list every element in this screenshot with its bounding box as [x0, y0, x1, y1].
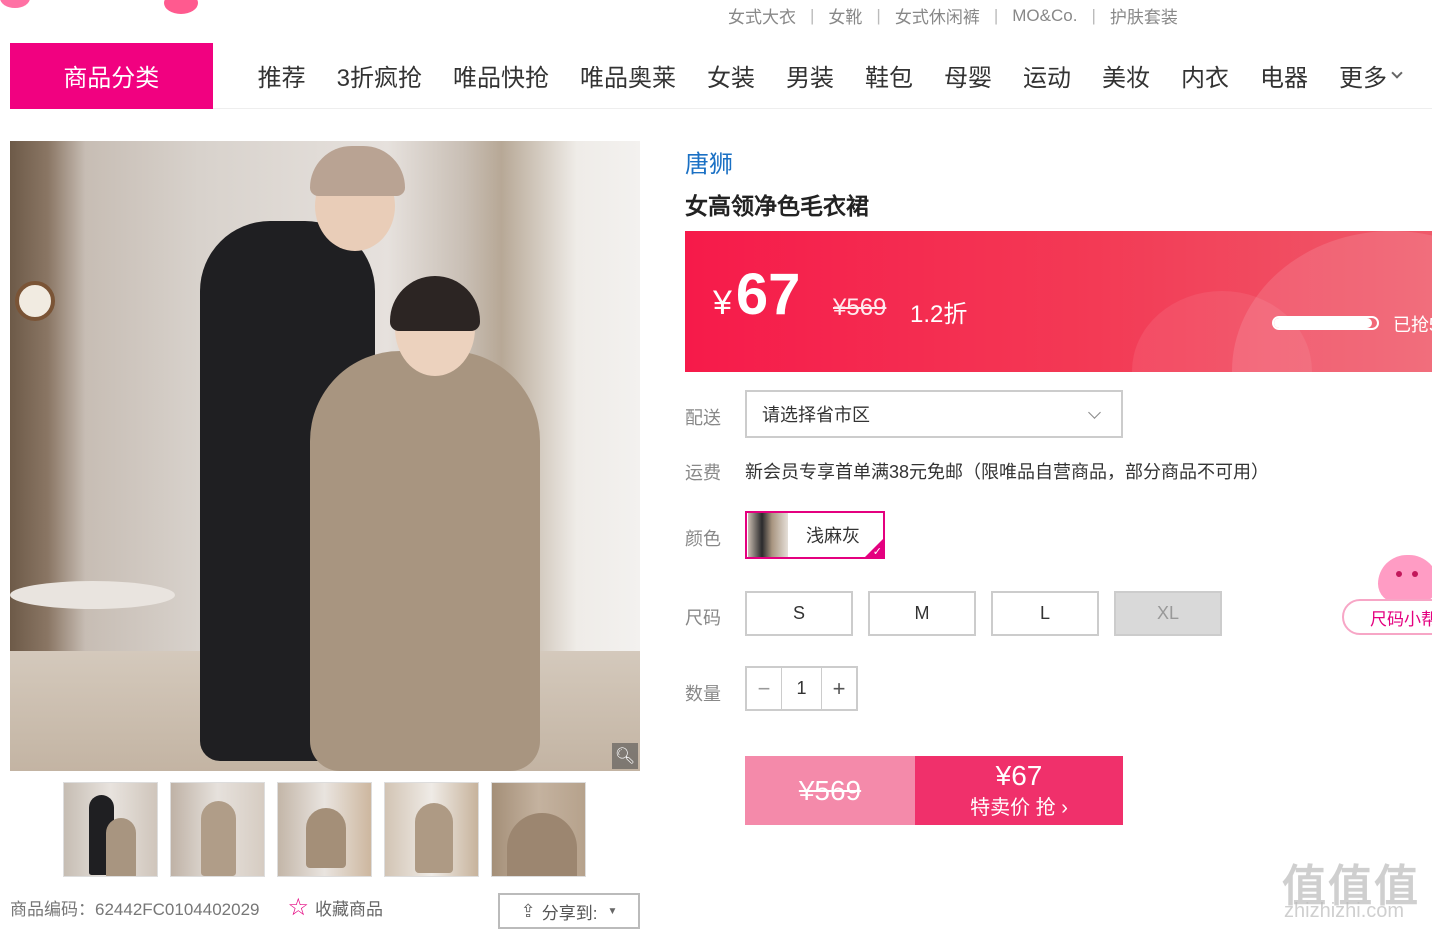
divider: |	[993, 5, 999, 25]
buy-button[interactable]: ¥569 ¥67 特卖价 抢 ›	[745, 756, 1123, 825]
nav-item-more[interactable]: 更多	[1339, 58, 1403, 93]
nav-more-label: 更多	[1339, 65, 1387, 92]
progress-fill	[1274, 318, 1372, 328]
nav-item-baby[interactable]: 母婴	[944, 58, 992, 93]
size-options: S M L XL	[745, 591, 1237, 636]
hot-keywords: 女式大衣 | 女靴 | 女式休闲裤 | MO&Co. | 护肤套装	[728, 3, 1178, 28]
size-option-s[interactable]: S	[745, 591, 853, 636]
color-option-selected[interactable]: 浅麻灰 ✓	[745, 511, 885, 559]
nav-item-shoes-bags[interactable]: 鞋包	[865, 58, 913, 93]
chevron-down-icon	[1391, 66, 1403, 79]
nav-item-outlet[interactable]: 唯品奥莱	[580, 58, 676, 93]
price-value: 67	[735, 262, 801, 327]
nav-items: 推荐 3折疯抢 唯品快抢 唯品奥莱 女装 男装 鞋包 母婴 运动 美妆 内衣 电…	[258, 58, 1432, 93]
quantity-input[interactable]: 1	[781, 668, 822, 709]
product-thumbnail[interactable]	[491, 782, 586, 877]
product-meta: 商品编码：62442FC0104402029 ☆ 收藏商品	[10, 895, 383, 920]
currency-symbol: ¥	[713, 284, 732, 322]
plus-button[interactable]: +	[822, 668, 856, 709]
size-option-xl[interactable]: XL	[1114, 591, 1222, 636]
table-decoration	[10, 581, 175, 609]
product-thumbnail[interactable]	[170, 782, 265, 877]
nav-item-beauty[interactable]: 美妆	[1102, 58, 1150, 93]
star-icon: ☆	[287, 893, 309, 921]
size-label: 尺码	[685, 608, 721, 628]
minus-button[interactable]: −	[747, 668, 781, 709]
favorite-label: 收藏商品	[315, 900, 383, 919]
product-title: 女高领净色毛衣裙	[685, 193, 869, 219]
quantity-stepper: − 1 +	[745, 666, 858, 711]
chevron-down-icon	[1088, 406, 1101, 419]
product-main-image[interactable]: 🔍︎	[10, 141, 640, 771]
buy-price: ¥67	[995, 759, 1043, 791]
caret-down-icon: ▼	[607, 905, 618, 917]
logo-decoration	[0, 0, 30, 8]
nav-item-women[interactable]: 女装	[707, 58, 755, 93]
delivery-label: 配送	[685, 408, 721, 428]
nav-item-appliances[interactable]: 电器	[1260, 58, 1308, 93]
divider: |	[810, 5, 815, 25]
divider: |	[876, 5, 881, 25]
share-icon: ⇪	[520, 900, 536, 921]
nav-item-flash-sale[interactable]: 3折疯抢	[337, 58, 422, 93]
buy-sale-area: ¥67 特卖价 抢 ›	[915, 756, 1123, 825]
price-banner: ¥ 67 ¥569 1.2折 已抢5	[685, 231, 1432, 372]
size-option-l[interactable]: L	[991, 591, 1099, 636]
product-code: 商品编码：62442FC0104402029	[10, 900, 260, 919]
hot-word-link[interactable]: 护肤套装	[1110, 3, 1178, 28]
sold-label: 已抢5	[1393, 315, 1432, 335]
color-value: 浅麻灰	[806, 526, 860, 546]
product-thumbnail[interactable]	[63, 782, 158, 877]
hot-word-link[interactable]: 女靴	[828, 3, 862, 28]
watermark-url: zhizhizhi.com	[1284, 900, 1405, 922]
clock-decoration	[15, 281, 55, 321]
hot-word-link[interactable]: 女式休闲裤	[895, 3, 980, 28]
check-icon: ✓	[872, 546, 882, 558]
product-thumbnail[interactable]	[384, 782, 479, 877]
favorite-button[interactable]: ☆ 收藏商品	[287, 895, 383, 920]
logo-decoration	[164, 0, 198, 14]
category-menu-button[interactable]: 商品分类	[10, 42, 213, 109]
thumbnail-strip	[63, 782, 598, 877]
product-thumbnail[interactable]	[277, 782, 372, 877]
nav-item-recommend[interactable]: 推荐	[258, 58, 306, 93]
color-label: 颜色	[685, 529, 721, 549]
current-price: ¥ 67	[713, 261, 800, 328]
nav-item-quick-grab[interactable]: 唯品快抢	[453, 58, 549, 93]
main-nav: 商品分类 推荐 3折疯抢 唯品快抢 唯品奥莱 女装 男装 鞋包 母婴 运动 美妆…	[10, 42, 1432, 109]
color-swatch	[748, 513, 788, 557]
hot-word-link[interactable]: MO&Co.	[1012, 6, 1077, 26]
shipping-label: 运费	[685, 463, 721, 483]
mascot-icon	[1378, 555, 1432, 603]
quantity-label: 数量	[685, 684, 721, 704]
share-button[interactable]: ⇪ 分享到: ▼	[498, 893, 640, 929]
shipping-info: 新会员专享首单满38元免邮（限唯品自营商品，部分商品不可用）	[745, 462, 1270, 482]
buy-label: 特卖价 抢 ›	[970, 797, 1068, 820]
original-price: ¥569	[833, 294, 887, 321]
buy-original-price: ¥569	[745, 756, 915, 825]
divider: |	[1091, 5, 1096, 25]
hot-word-link[interactable]: 女式大衣	[728, 3, 796, 28]
sold-progress-bar	[1272, 316, 1379, 330]
discount-rate: 1.2折	[910, 301, 968, 328]
share-label: 分享到:	[541, 903, 598, 923]
nav-item-sports[interactable]: 运动	[1023, 58, 1071, 93]
nav-item-underwear[interactable]: 内衣	[1181, 58, 1229, 93]
brand-link[interactable]: 唐狮	[685, 144, 733, 179]
size-helper-button[interactable]: 尺码小帮	[1342, 599, 1432, 635]
nav-item-men[interactable]: 男装	[786, 58, 834, 93]
zoom-icon[interactable]: 🔍︎	[612, 743, 638, 769]
address-placeholder: 请选择省市区	[762, 405, 870, 425]
model-figure	[310, 351, 540, 771]
address-select[interactable]: 请选择省市区	[745, 390, 1123, 438]
size-option-m[interactable]: M	[868, 591, 976, 636]
